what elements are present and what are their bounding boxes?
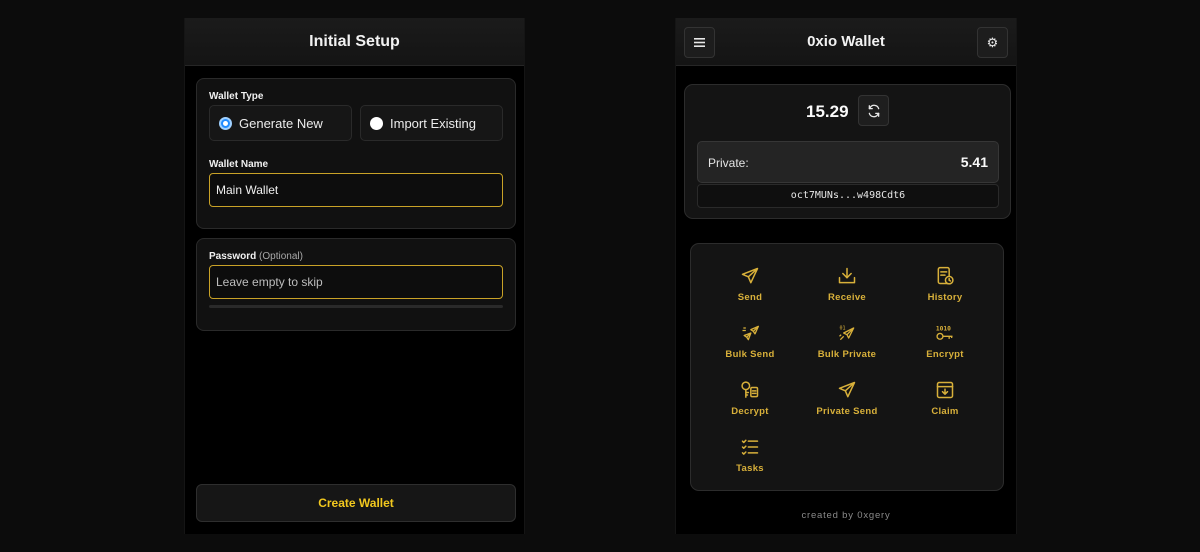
svg-text:01: 01 xyxy=(840,326,846,332)
page-title: Initial Setup xyxy=(309,32,400,50)
private-label: Private: xyxy=(708,156,749,170)
password-label-text: Password xyxy=(209,251,257,262)
private-value: 5.41 xyxy=(960,154,988,170)
radio-checked-icon[interactable] xyxy=(219,116,232,130)
action-label: Encrypt xyxy=(926,349,964,360)
action-decrypt[interactable]: Decrypt xyxy=(701,378,799,428)
action-label: Private Send xyxy=(816,406,878,417)
decrypt-icon xyxy=(741,381,759,398)
setup-header: Initial Setup xyxy=(185,18,524,66)
action-label: Bulk Send xyxy=(725,349,775,360)
password-label: Password (Optional) xyxy=(209,251,303,262)
private-send-icon xyxy=(838,381,856,398)
action-claim[interactable]: Claim xyxy=(896,378,994,428)
settings-button[interactable]: ⚙ xyxy=(977,27,1008,58)
action-history[interactable]: History xyxy=(896,264,994,314)
create-wallet-button[interactable]: Create Wallet xyxy=(196,484,516,522)
svg-text:1010: 1010 xyxy=(936,326,951,333)
wallet-name-input[interactable] xyxy=(209,173,503,207)
password-input[interactable] xyxy=(209,265,503,299)
bulk-send-icon xyxy=(742,325,759,341)
wallet-details-card: Wallet Type Generate New Import Existing… xyxy=(196,78,516,229)
wallet-panel: 0xio Wallet ⚙ 15.29 Private: 5.41 oct7MU… xyxy=(675,18,1017,534)
wallet-header: 0xio Wallet ⚙ xyxy=(676,18,1016,66)
action-label: Tasks xyxy=(736,463,764,474)
wallet-type-label: Wallet Type xyxy=(209,91,264,102)
send-icon xyxy=(741,267,759,284)
radio-label: Import Existing xyxy=(390,115,476,131)
tasks-icon xyxy=(741,439,759,455)
action-receive[interactable]: Receive xyxy=(798,264,896,314)
password-strength-bar xyxy=(209,305,503,308)
private-balance-row: Private: 5.41 xyxy=(697,141,999,183)
action-label: Send xyxy=(737,292,763,303)
action-private-send[interactable]: Private Send xyxy=(798,378,896,428)
history-icon xyxy=(937,266,954,285)
radio-unchecked-icon[interactable] xyxy=(370,116,383,130)
action-label: Receive xyxy=(827,292,867,303)
actions-grid: Send Receive History Bulk Send 01 Bulk P… xyxy=(690,243,1004,491)
refresh-button[interactable] xyxy=(858,95,889,126)
claim-icon xyxy=(936,381,954,399)
footer-credit: created by 0xgery xyxy=(801,510,891,521)
action-tasks[interactable]: Tasks xyxy=(701,435,799,485)
action-label: Decrypt xyxy=(731,406,769,417)
bulk-private-icon: 01 xyxy=(839,326,855,341)
setup-panel: Initial Setup Wallet Type Generate New I… xyxy=(184,18,525,534)
action-encrypt[interactable]: 1010 Encrypt xyxy=(896,321,994,371)
wallet-address[interactable]: oct7MUNs...w498Cdt6 xyxy=(697,184,999,208)
password-card: Password (Optional) xyxy=(196,238,516,331)
action-bulk-private[interactable]: 01 Bulk Private xyxy=(798,321,896,371)
action-bulk-send[interactable]: Bulk Send xyxy=(701,321,799,371)
balance-value: 15.29 xyxy=(806,102,849,121)
radio-label: Generate New xyxy=(239,115,323,131)
action-send[interactable]: Send xyxy=(701,264,799,314)
action-label: Bulk Private xyxy=(817,349,877,360)
balance-card: 15.29 Private: 5.41 oct7MUNs...w498Cdt6 xyxy=(684,84,1011,219)
hamburger-icon[interactable] xyxy=(694,38,705,47)
menu-button[interactable] xyxy=(684,27,715,58)
wallet-name-label: Wallet Name xyxy=(209,159,269,170)
action-label: Claim xyxy=(931,406,959,417)
optional-hint: (Optional) xyxy=(259,251,303,262)
receive-icon xyxy=(838,267,856,284)
encrypt-icon: 1010 xyxy=(936,326,953,340)
radio-generate-new[interactable]: Generate New xyxy=(209,105,352,141)
refresh-icon[interactable] xyxy=(867,104,881,118)
wallet-title: 0xio Wallet xyxy=(807,33,885,50)
radio-import-existing[interactable]: Import Existing xyxy=(360,105,503,141)
gear-icon[interactable]: ⚙ xyxy=(987,35,999,51)
action-label: History xyxy=(927,292,963,303)
